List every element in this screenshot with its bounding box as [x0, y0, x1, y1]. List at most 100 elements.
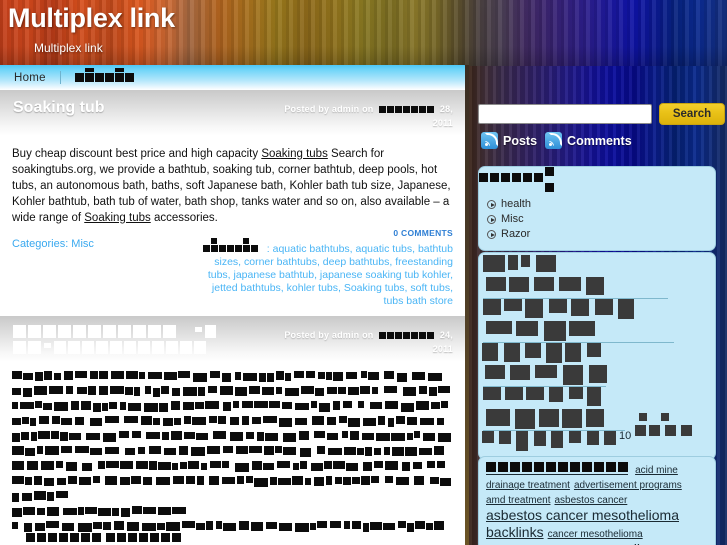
redaction-block [197, 476, 204, 485]
redaction-block [534, 431, 546, 446]
nav-item-home[interactable]: Home [14, 72, 46, 84]
redaction-block [139, 533, 148, 542]
redaction-block [183, 387, 197, 396]
redaction-block [310, 523, 316, 530]
rss-icon [545, 132, 563, 149]
redaction-block [362, 433, 374, 440]
redaction-block [62, 523, 74, 531]
redaction-block [311, 401, 317, 408]
redaction-block [582, 462, 592, 472]
redaction-block [139, 372, 145, 379]
redaction-block [534, 462, 544, 472]
redaction-block [379, 332, 387, 339]
redaction-block [103, 325, 116, 338]
redaction-block [218, 416, 226, 424]
redaction-block [30, 418, 36, 426]
redaction-block [235, 387, 247, 396]
redaction-block [430, 477, 439, 484]
redaction-block [23, 507, 35, 515]
redaction-block [285, 373, 291, 381]
redaction-block [526, 387, 544, 400]
redaction-block [441, 401, 448, 408]
redaction-block [269, 401, 280, 408]
tagcloud-tag[interactable]: asbestos cancer [554, 493, 627, 508]
redaction-block [283, 447, 296, 455]
redaction-line [12, 503, 453, 517]
redaction-block [22, 493, 32, 501]
widget-category-item[interactable]: Razor [487, 227, 707, 242]
feed-links: Posts Comments [481, 132, 632, 149]
redaction-block [419, 386, 427, 394]
widget-category-item[interactable]: health [487, 197, 707, 212]
redaction-block [166, 341, 178, 354]
redaction-block [126, 371, 138, 379]
post-body-redacted [0, 362, 465, 545]
redaction-block [252, 461, 262, 470]
redaction-block [434, 446, 444, 455]
redaction-block [379, 106, 387, 113]
redaction-block [344, 447, 356, 455]
widget-category-item[interactable]: Misc [487, 212, 707, 227]
nav-item-redacted[interactable] [74, 68, 134, 82]
redaction-block [44, 371, 52, 380]
redaction-block [299, 431, 309, 440]
redaction-block [516, 321, 538, 336]
search-input[interactable] [478, 104, 652, 124]
redaction-block [392, 447, 404, 456]
redaction-block [196, 433, 208, 440]
redaction-block [242, 416, 249, 425]
redaction-block [56, 461, 63, 468]
tagcloud-tag[interactable]: amd treatment [486, 493, 550, 508]
redaction-block [148, 372, 162, 379]
redaction-block [479, 173, 488, 182]
redaction-block [172, 463, 178, 470]
redaction-block [183, 402, 194, 410]
post-categories[interactable]: Categories: Misc [12, 238, 94, 250]
feed-comments[interactable]: Comments [545, 132, 632, 149]
post-tags: : aquatic bathtubs, aquatic tubs, bathtu… [193, 238, 453, 308]
redaction-block [54, 402, 68, 411]
tagcloud-redacted-tag[interactable] [486, 462, 628, 475]
redaction-block [46, 521, 59, 528]
redaction-block [252, 417, 261, 424]
redaction-block [419, 332, 427, 339]
redaction-block [235, 372, 241, 380]
post-tags-label-redacted [202, 238, 267, 254]
search-button[interactable]: Search [659, 103, 725, 125]
redaction-block [12, 476, 24, 484]
redaction-block [104, 73, 114, 82]
redaction-block [34, 386, 47, 395]
soaking-tubs-link[interactable]: Soaking tubs [261, 148, 328, 160]
feed-posts[interactable]: Posts [481, 132, 537, 149]
redaction-block [266, 522, 277, 529]
tagcloud-tag[interactable]: advertisement programs [574, 478, 682, 493]
redaction-block [23, 373, 33, 380]
redaction-block [222, 373, 231, 382]
redaction-block [569, 431, 581, 443]
redaction-block [357, 448, 364, 455]
redaction-block [78, 523, 92, 532]
nav-items: Home [0, 65, 134, 90]
redaction-block [127, 522, 139, 531]
redaction-block [161, 533, 170, 542]
redaction-block [75, 446, 89, 453]
redaction-block [209, 416, 217, 423]
redaction-block [618, 462, 628, 472]
tagcloud-tag[interactable]: acid mine [635, 463, 678, 478]
redaction-block [163, 325, 176, 338]
redaction-block [276, 371, 284, 380]
tagcloud-tag[interactable]: asbestos cancer mesothelioma [486, 508, 679, 523]
redaction-block [79, 477, 91, 485]
soaking-tubs-link-2[interactable]: Soaking tubs [84, 212, 151, 224]
redaction-block [209, 476, 219, 485]
redaction-block [237, 476, 244, 484]
tagcloud-tag[interactable]: drainage treatment [486, 478, 570, 493]
post-comments-count[interactable]: 0 COMMENTS [393, 228, 453, 238]
redaction-block [440, 478, 451, 486]
redaction-block [419, 448, 432, 455]
redaction-block [110, 386, 124, 394]
redaction-block [88, 386, 96, 395]
tagcloud-tag[interactable]: cancer mesothelioma [548, 527, 643, 542]
redaction-block [148, 325, 161, 338]
tagcloud-tag[interactable]: backlinks [486, 525, 544, 540]
